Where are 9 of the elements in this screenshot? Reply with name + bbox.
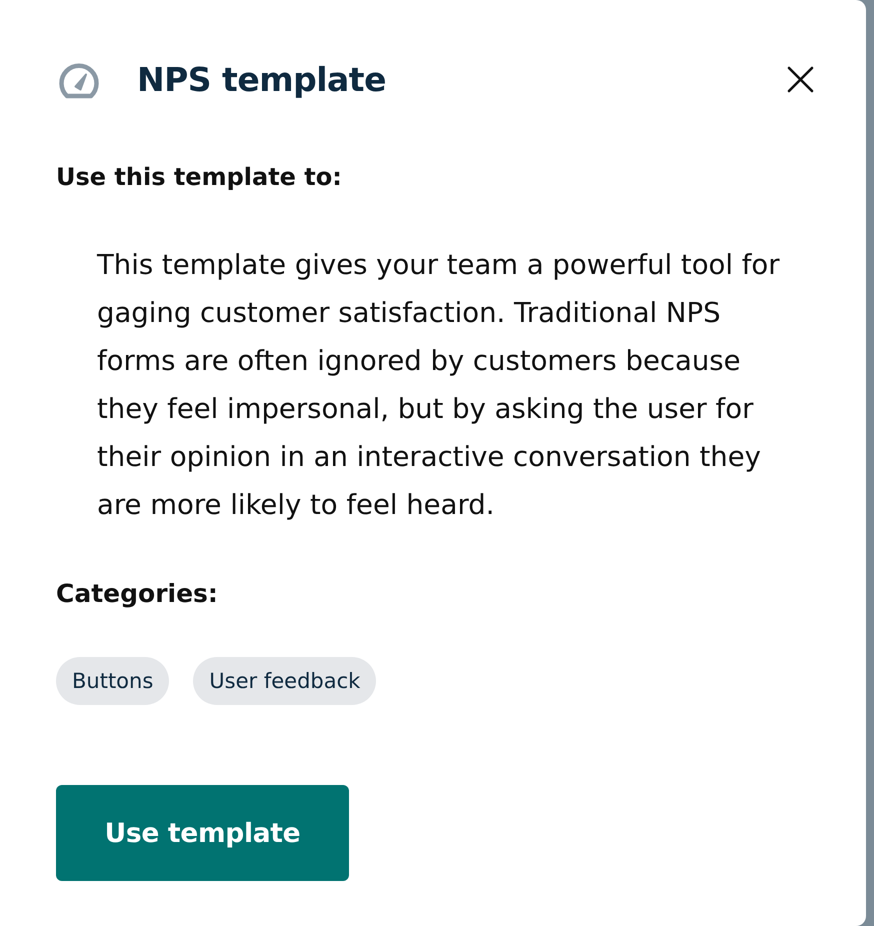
section-heading: Categories: bbox=[56, 579, 218, 609]
use-template-button[interactable]: Use template bbox=[56, 785, 349, 881]
template-description: This template gives your team a powerful tool for gaging customer satisfaction. Traditional NPS forms are often ignored by customers because they feel impersonal, but by asking the user for their opinion in an interactive conversation they are more likely to feel heard. bbox=[97, 248, 781, 523]
category-tag: User feedback bbox=[193, 657, 376, 705]
section-heading: Use this template to: bbox=[56, 162, 342, 192]
dialog-title: NPS template bbox=[137, 60, 386, 98]
close-button[interactable] bbox=[787, 66, 814, 92]
category-tag: Buttons bbox=[56, 657, 170, 705]
close-icon bbox=[787, 66, 814, 92]
